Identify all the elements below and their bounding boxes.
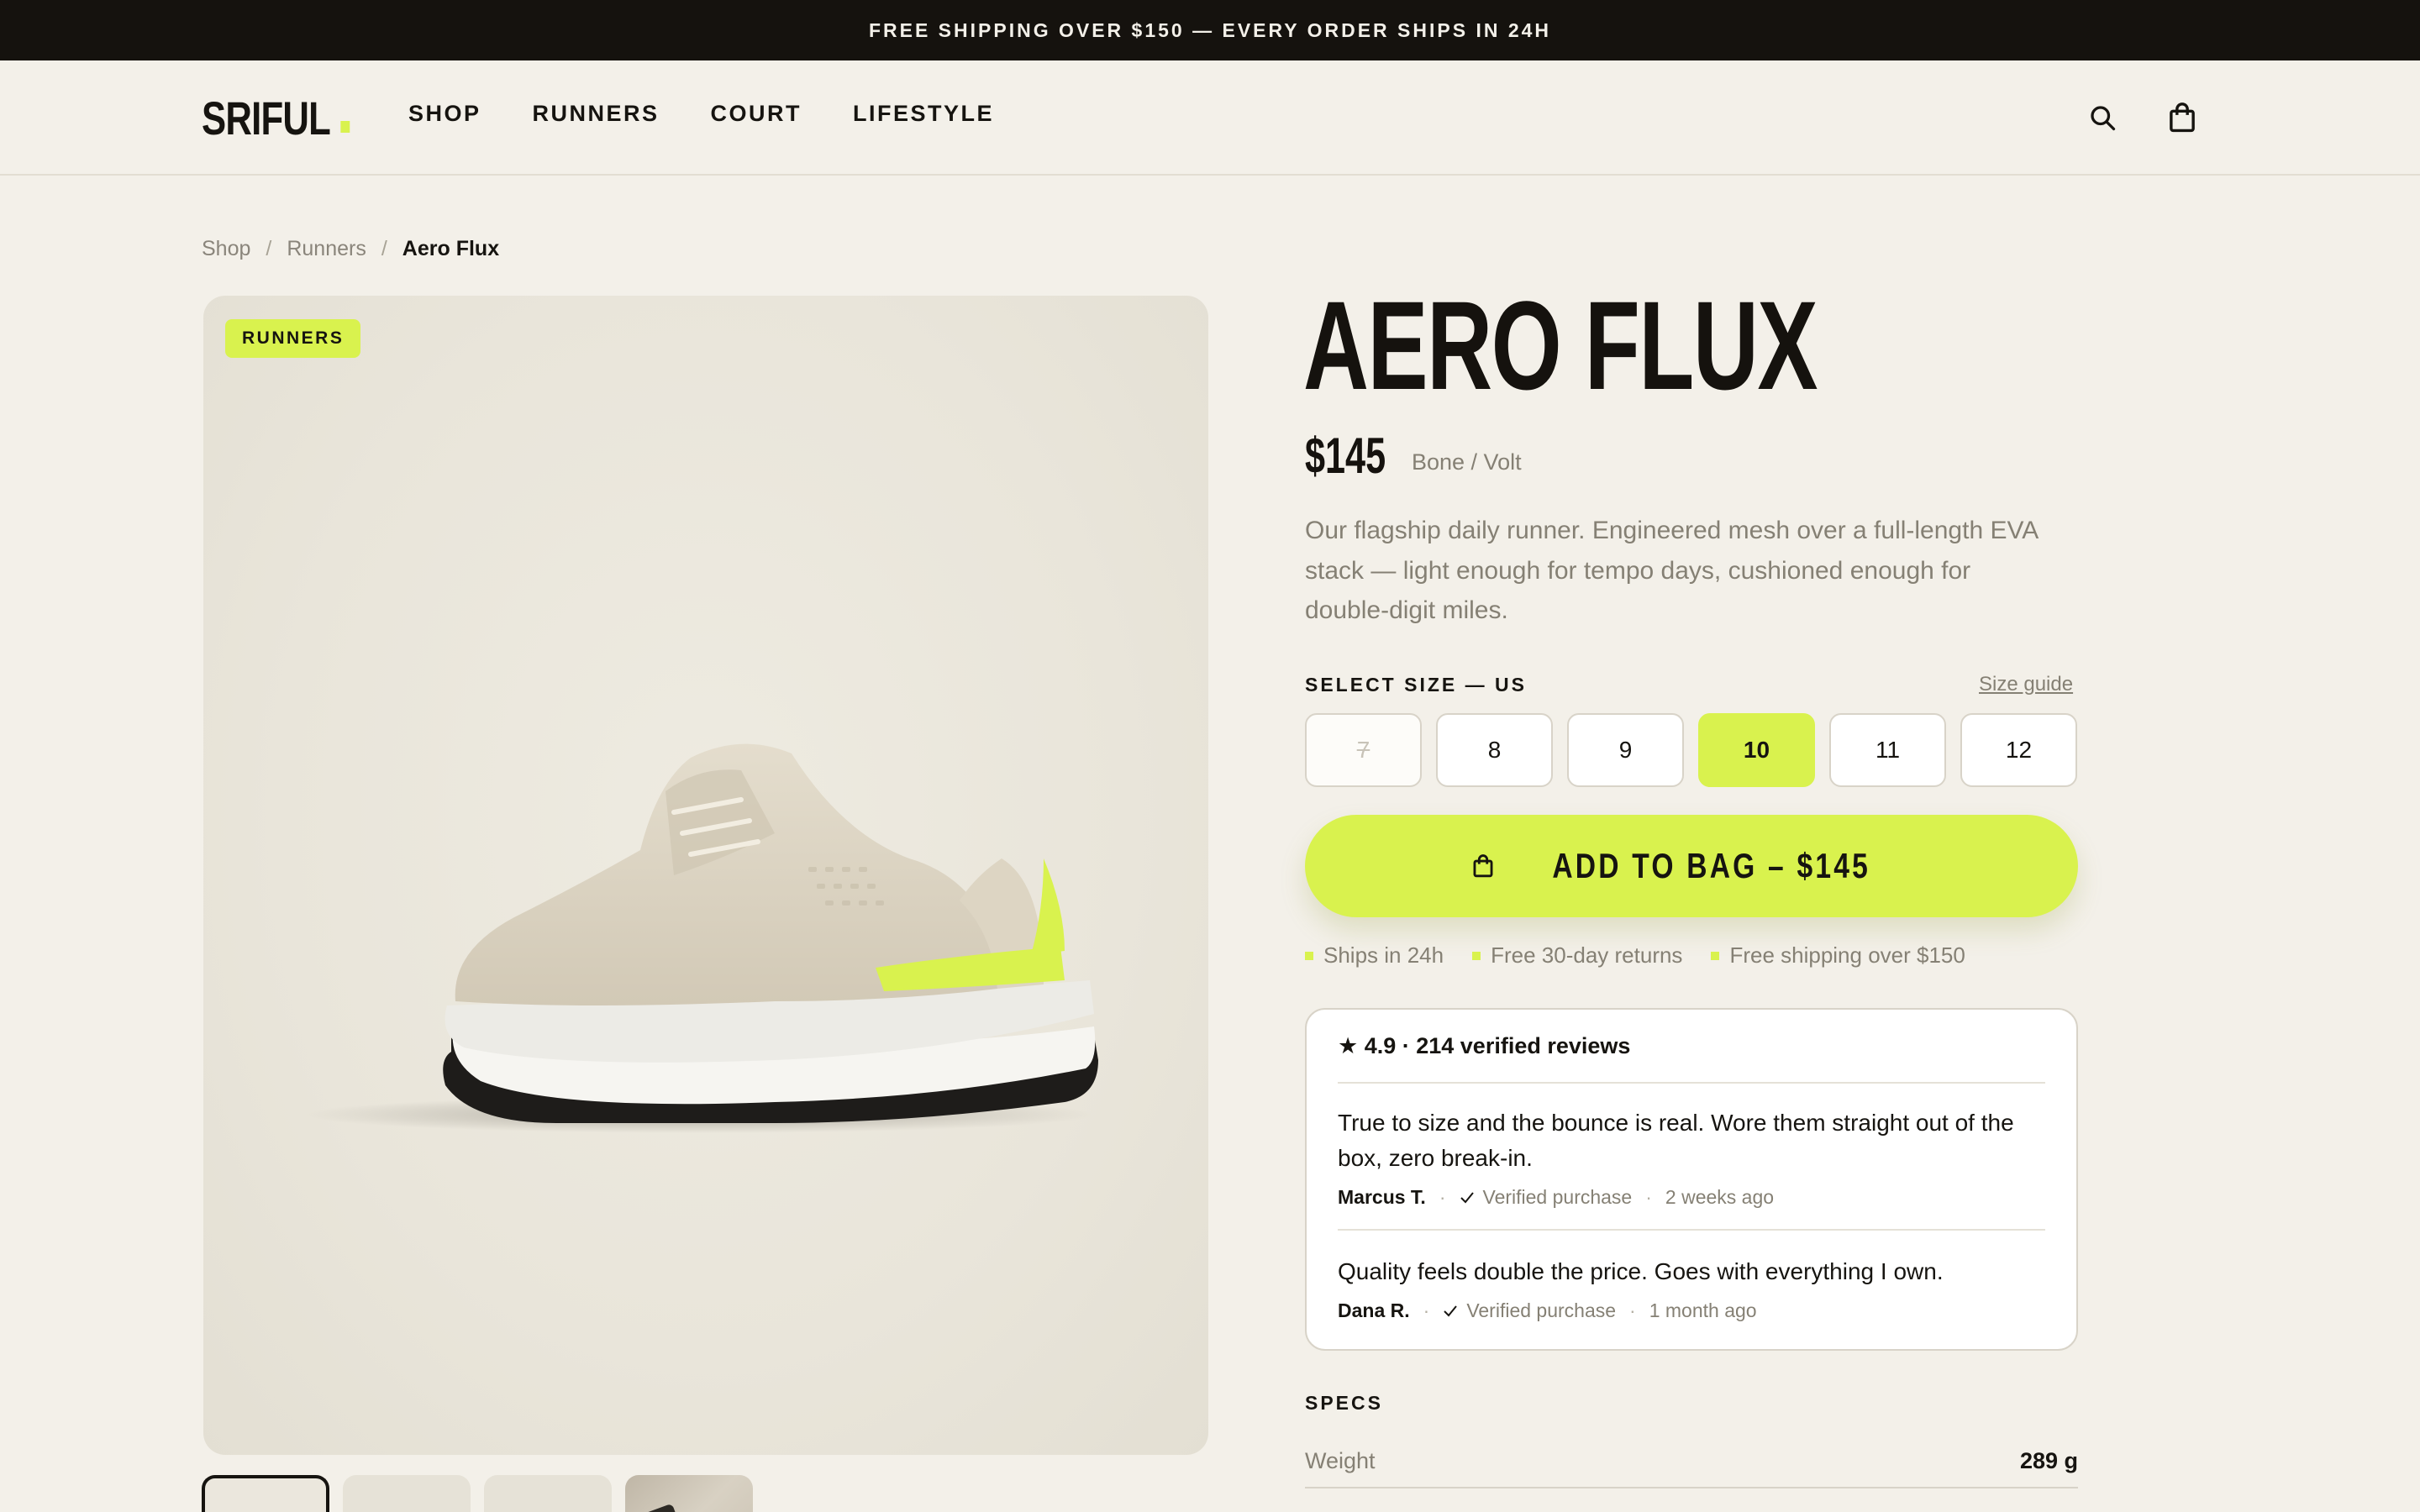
size-option-10[interactable]: 10: [1698, 713, 1815, 787]
thumbnail-1[interactable]: [202, 1475, 329, 1512]
product-price: $145: [1305, 428, 1386, 484]
perk-item: Free shipping over $150: [1711, 942, 1965, 969]
nav-item-runners[interactable]: RUNNERS: [533, 101, 660, 127]
nav-item-shop[interactable]: SHOP: [408, 101, 481, 127]
specs-heading: SPECS: [1305, 1392, 1383, 1414]
meta-separator: ·: [1423, 1299, 1430, 1321]
review-time: 2 weeks ago: [1665, 1186, 1775, 1208]
breadcrumb-separator: /: [266, 237, 272, 260]
perk-text: Ships in 24h: [1323, 942, 1444, 968]
size-option-12[interactable]: 12: [1960, 713, 2077, 787]
review-item: True to size and the bounce is real. Wor…: [1338, 1084, 2045, 1231]
nav-item-lifestyle[interactable]: LIFESTYLE: [853, 101, 994, 127]
bullet-icon: [1472, 951, 1481, 960]
review-author: Marcus T.: [1338, 1186, 1426, 1208]
main-menu: SHOP RUNNERS COURT LIFESTYLE: [408, 101, 994, 127]
bag-icon[interactable]: [2164, 99, 2201, 136]
breadcrumb: Shop / Runners / Aero Flux: [202, 237, 499, 261]
product-colorway: Bone / Volt: [1412, 449, 1522, 475]
meta-separator: ·: [1629, 1299, 1636, 1321]
add-to-bag-label: ADD TO BAG – $145: [1552, 846, 1871, 885]
verified-text: Verified purchase: [1466, 1299, 1617, 1321]
perk-text: Free shipping over $150: [1729, 942, 1965, 968]
product-title: AERO FLUX: [1303, 275, 1818, 416]
thumbnail-3[interactable]: [484, 1475, 612, 1512]
thumbnail-2[interactable]: [343, 1475, 471, 1512]
spec-name: Weight: [1305, 1447, 1376, 1473]
size-option-7[interactable]: 7: [1305, 713, 1422, 787]
perk-text: Free 30-day returns: [1491, 942, 1683, 968]
verified-text: Verified purchase: [1482, 1186, 1633, 1208]
review-text: Quality feels double the price. Goes wit…: [1338, 1258, 1944, 1284]
check-icon: [1444, 1305, 1458, 1316]
logo-text: SRIFUL: [202, 92, 331, 144]
verified-badge: Verified purchase: [1443, 1299, 1616, 1322]
breadcrumb-separator: /: [381, 237, 387, 260]
brand-logo[interactable]: SRIFUL: [202, 91, 350, 145]
review-item: Quality feels double the price. Goes wit…: [1338, 1231, 2045, 1342]
review-text: True to size and the bounce is real. Wor…: [1338, 1110, 2014, 1171]
perk-item: Ships in 24h: [1305, 942, 1444, 969]
meta-separator: ·: [1439, 1186, 1446, 1208]
breadcrumb-shop[interactable]: Shop: [202, 237, 250, 261]
reviews-summary-text: ★ 4.9 · 214 verified reviews: [1338, 1032, 1631, 1058]
review-time: 1 month ago: [1649, 1299, 1757, 1321]
breadcrumb-runners[interactable]: Runners: [287, 237, 366, 261]
bullet-icon: [1305, 951, 1313, 960]
perks-list: Ships in 24h Free 30-day returns Free sh…: [1305, 942, 1965, 969]
review-meta: Dana R. · Verified purchase · 1 month ag…: [1338, 1299, 2045, 1322]
review-author: Dana R.: [1338, 1299, 1410, 1321]
promo-text: FREE SHIPPING OVER $150 — EVERY ORDER SH…: [868, 18, 1552, 41]
size-label: SELECT SIZE — US: [1305, 674, 1527, 696]
shoe-image: [304, 743, 1098, 1133]
meta-separator: ·: [1645, 1186, 1652, 1208]
size-selector: 7 8 9 10 11 12: [1305, 713, 2077, 787]
verified-badge: Verified purchase: [1460, 1186, 1633, 1209]
logo-accent-square: [340, 120, 350, 133]
bullet-icon: [1711, 951, 1720, 960]
top-nav: SRIFUL SHOP RUNNERS COURT LIFESTYLE: [0, 60, 2420, 176]
review-meta: Marcus T. · Verified purchase · 2 weeks …: [1338, 1186, 2045, 1209]
thumbnail-strip: [202, 1475, 753, 1512]
product-hero-image[interactable]: RUNNERS: [203, 296, 1208, 1455]
reviews-summary[interactable]: ★ 4.9 · 214 verified reviews: [1338, 1010, 2045, 1084]
promo-banner: FREE SHIPPING OVER $150 — EVERY ORDER SH…: [0, 0, 2420, 60]
check-icon: [1460, 1191, 1474, 1203]
nav-item-court[interactable]: COURT: [711, 101, 802, 127]
size-guide-link[interactable]: Size guide: [1979, 673, 2073, 696]
size-option-11[interactable]: 11: [1829, 713, 1946, 787]
spec-row: Weight 289 g: [1305, 1435, 2078, 1488]
reviews-card: ★ 4.9 · 214 verified reviews True to siz…: [1305, 1008, 2078, 1351]
bag-icon: [1473, 854, 1493, 878]
thumbnail-4[interactable]: [625, 1475, 753, 1512]
search-icon[interactable]: [2084, 99, 2121, 136]
breadcrumb-current: Aero Flux: [402, 237, 500, 260]
spec-value: 289 g: [2019, 1447, 2078, 1473]
category-badge: RUNNERS: [225, 319, 361, 358]
size-option-9[interactable]: 9: [1567, 713, 1684, 787]
add-to-bag-button[interactable]: ADD TO BAG – $145: [1305, 815, 2078, 917]
product-description: Our flagship daily runner. Engineered me…: [1305, 517, 2038, 624]
perk-item: Free 30-day returns: [1472, 942, 1682, 969]
size-option-8[interactable]: 8: [1436, 713, 1553, 787]
